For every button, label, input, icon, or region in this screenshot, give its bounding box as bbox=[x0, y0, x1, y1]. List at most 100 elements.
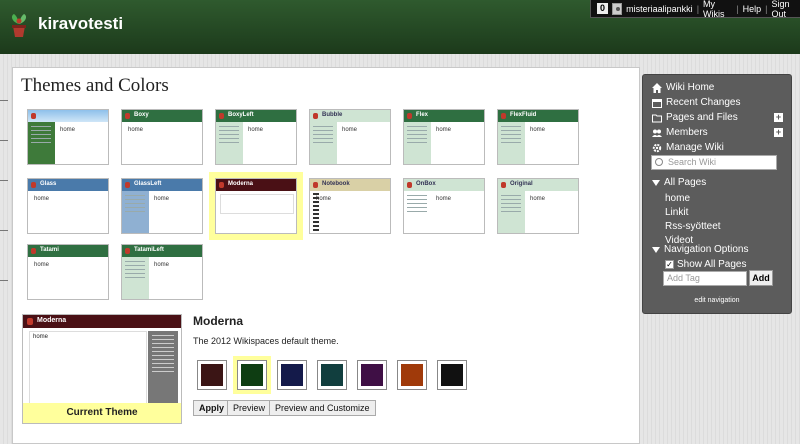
search-wiki-input[interactable]: Search Wiki bbox=[651, 155, 777, 170]
color-swatch[interactable] bbox=[397, 360, 427, 390]
current-theme-preview: Moderna home Current Theme bbox=[22, 314, 182, 424]
theme-thumbnail[interactable]: Notebook home bbox=[309, 178, 391, 234]
theme-thumbnail-name: Glass bbox=[28, 179, 108, 191]
theme-thumbnail-name bbox=[28, 110, 108, 122]
user-avatar-icon[interactable] bbox=[612, 2, 623, 15]
navigation-options-toggle[interactable]: Navigation Options bbox=[652, 244, 749, 255]
preview-and-customize-button[interactable]: Preview and Customize bbox=[269, 400, 376, 416]
theme-thumbnail[interactable]: Flex home bbox=[403, 109, 485, 165]
username-link[interactable]: misteriaalipankki bbox=[626, 4, 693, 14]
message-count-badge[interactable]: 0 bbox=[597, 3, 609, 14]
site-title[interactable]: kiravotesti bbox=[38, 14, 123, 34]
show-all-pages-option[interactable]: ✓ Show All Pages bbox=[665, 259, 747, 270]
theme-thumbnail[interactable]: FlexFluid home bbox=[497, 109, 579, 165]
page-link-home[interactable]: home bbox=[665, 193, 690, 204]
thumbnail-home-label: home bbox=[248, 127, 264, 133]
thumbnail-sidebar bbox=[122, 257, 149, 299]
theme-thumbnail[interactable]: Boxy home bbox=[121, 109, 203, 165]
sidebar-item-members[interactable]: Members bbox=[652, 127, 708, 138]
sidebar-item-label: Pages and Files bbox=[666, 112, 738, 123]
color-swatch[interactable] bbox=[317, 360, 347, 390]
preview-button[interactable]: Preview bbox=[227, 400, 272, 416]
theme-thumbnail[interactable]: Glass home bbox=[27, 178, 109, 234]
gear-icon bbox=[652, 143, 662, 153]
show-all-pages-label: Show All Pages bbox=[677, 259, 747, 270]
thumbnail-home-label: home bbox=[128, 127, 144, 133]
theme-thumbnail-name: Moderna bbox=[216, 179, 296, 191]
help-link[interactable]: Help bbox=[743, 4, 762, 14]
preview-sidebar bbox=[148, 331, 178, 405]
theme-thumbnail[interactable]: home bbox=[27, 109, 109, 165]
thumbnail-sidebar bbox=[404, 122, 431, 164]
home-icon bbox=[652, 82, 662, 93]
sidebar-item-pages-and-files[interactable]: Pages and Files bbox=[652, 112, 738, 123]
theme-thumbnail-name: Tatami bbox=[28, 245, 108, 257]
thumbnail-sidebar bbox=[122, 191, 149, 233]
page-title: Themes and Colors bbox=[21, 75, 169, 96]
page-link-rss[interactable]: Rss-syötteet bbox=[665, 221, 721, 232]
separator: | bbox=[696, 3, 700, 14]
theme-thumbnail-name: Boxy bbox=[122, 110, 202, 122]
thumbnail-home-label: home bbox=[436, 196, 452, 202]
color-swatch[interactable] bbox=[277, 360, 307, 390]
theme-thumbnail[interactable]: BoxyLeft home bbox=[215, 109, 297, 165]
add-tag-button[interactable]: Add bbox=[749, 270, 773, 286]
preview-content-area: home bbox=[29, 331, 147, 405]
sidebar-item-label: Manage Wiki bbox=[666, 142, 724, 153]
theme-thumbnail[interactable]: Tatami home bbox=[27, 244, 109, 300]
page-link-linkit[interactable]: Linkit bbox=[665, 207, 688, 218]
thumbnail-home-label: home bbox=[342, 127, 358, 133]
members-icon bbox=[652, 128, 662, 138]
theme-thumbnail[interactable]: OnBox home bbox=[403, 178, 485, 234]
apply-button[interactable]: Apply bbox=[193, 400, 231, 416]
thumbnail-home-label: home bbox=[34, 196, 50, 202]
thumbnail-home-label: home bbox=[530, 196, 546, 202]
thumbnail-sidebar bbox=[498, 122, 525, 164]
my-wikis-link[interactable]: My Wikis bbox=[703, 0, 732, 19]
theme-thumbnail-name: Notebook bbox=[310, 179, 390, 191]
wiki-sidebar: Wiki Home Recent Changes Pages and Files… bbox=[642, 74, 792, 314]
theme-thumbnail[interactable]: Modernahome bbox=[209, 172, 303, 240]
all-pages-toggle[interactable]: All Pages bbox=[652, 177, 706, 188]
sidebar-item-wiki-home[interactable]: Wiki Home bbox=[652, 82, 714, 93]
thumbnail-sidebar bbox=[216, 122, 243, 164]
sidebar-item-recent-changes[interactable]: Recent Changes bbox=[652, 97, 741, 108]
thumbnail-home-label: home bbox=[60, 127, 76, 133]
calendar-icon bbox=[652, 98, 662, 108]
add-tag-input[interactable]: Add Tag bbox=[663, 271, 747, 286]
sidebar-item-manage-wiki[interactable]: Manage Wiki bbox=[652, 142, 724, 153]
separator: | bbox=[765, 3, 768, 14]
add-member-plus-icon[interactable]: + bbox=[774, 128, 783, 137]
theme-thumbnail[interactable]: Bubble home bbox=[309, 109, 391, 165]
edge-mark bbox=[0, 230, 8, 231]
color-swatch[interactable] bbox=[233, 356, 271, 394]
edit-navigation-link[interactable]: edit navigation bbox=[643, 297, 791, 304]
theme-thumbnail[interactable]: TatamiLeft home bbox=[121, 244, 203, 300]
site-header: kiravotesti 0 misteriaalipankki | My Wik… bbox=[0, 0, 800, 54]
user-bar: 0 misteriaalipankki | My Wikis | Help | … bbox=[590, 0, 800, 19]
color-swatch[interactable] bbox=[357, 360, 387, 390]
edge-mark bbox=[0, 100, 8, 101]
theme-thumbnail-name: TatamiLeft bbox=[122, 245, 202, 257]
theme-thumbnail[interactable]: Original home bbox=[497, 178, 579, 234]
theme-thumbnail-name: Flex bbox=[404, 110, 484, 122]
triangle-down-icon bbox=[652, 246, 660, 253]
show-all-pages-checkbox[interactable]: ✓ bbox=[665, 260, 674, 269]
add-page-plus-icon[interactable]: + bbox=[774, 113, 783, 122]
color-swatch[interactable] bbox=[437, 360, 467, 390]
all-pages-label: All Pages bbox=[664, 177, 707, 188]
current-theme-label: Current Theme bbox=[23, 403, 181, 423]
sign-out-link[interactable]: Sign Out bbox=[772, 0, 800, 19]
thumbnail-home-label: home bbox=[154, 262, 170, 268]
edge-mark bbox=[0, 180, 8, 181]
sidebar-item-label: Wiki Home bbox=[666, 82, 715, 93]
sidebar-item-label: Members bbox=[666, 127, 708, 138]
edge-mark bbox=[0, 280, 8, 281]
theme-thumbnail[interactable]: GlassLeft home bbox=[121, 178, 203, 234]
thumbnail-home-label: home bbox=[436, 127, 452, 133]
color-swatch[interactable] bbox=[197, 360, 227, 390]
plant-logo-icon[interactable] bbox=[8, 12, 30, 38]
theme-thumbnail-name: Bubble bbox=[310, 110, 390, 122]
thumbnail-home-label: home bbox=[34, 262, 50, 268]
themes-panel: Themes and Colors home Boxy home BoxyLeft ho… bbox=[12, 67, 640, 444]
